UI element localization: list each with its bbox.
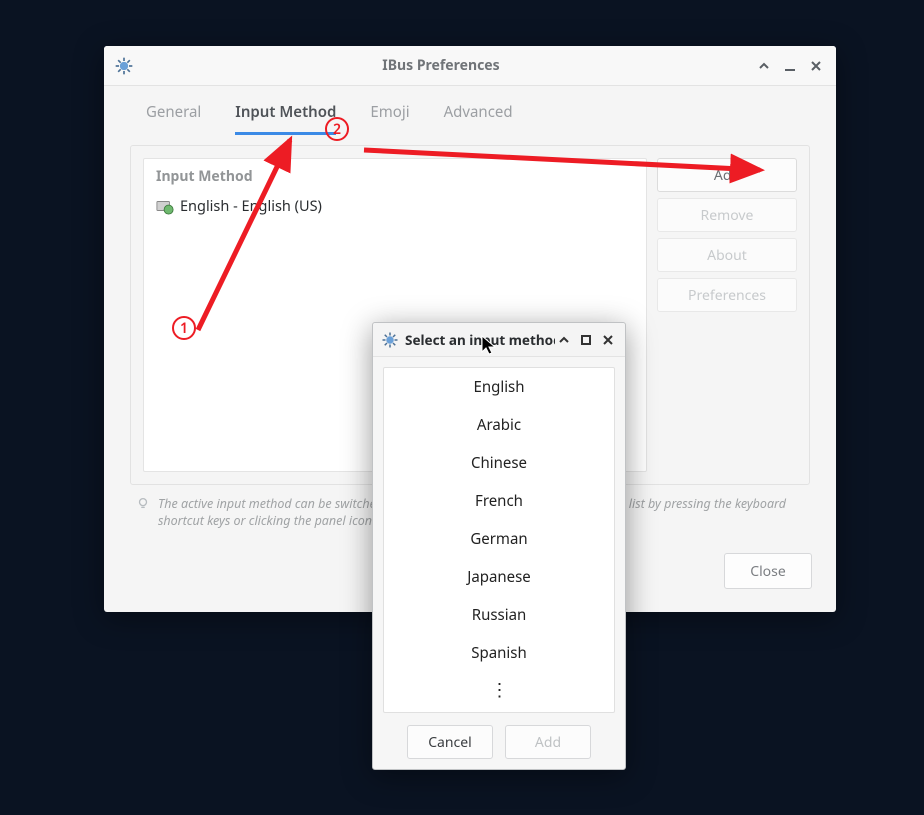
app-gear-icon [114,56,134,76]
tab-input-method[interactable]: Input Method [235,96,336,135]
window-title: IBus Preferences [134,56,748,75]
lang-item[interactable]: German [384,520,614,558]
lang-item[interactable]: Russian [384,596,614,634]
dialog-cancel-button[interactable]: Cancel [407,725,493,759]
dialog-body: English Arabic Chinese French German Jap… [373,357,625,769]
input-method-row[interactable]: English - English (US) [152,192,638,220]
side-button-column: Add Remove About Preferences [657,158,797,472]
dialog-roll-up-icon[interactable] [555,331,573,349]
about-button: About [657,238,797,272]
language-list[interactable]: English Arabic Chinese French German Jap… [383,367,615,713]
dialog-gear-icon [381,331,399,349]
lang-more-icon[interactable]: ⋮ [384,672,614,708]
window-close-icon[interactable] [806,56,826,76]
lang-item[interactable]: Japanese [384,558,614,596]
lang-item[interactable]: English [384,368,614,406]
group-label: Input Method [152,165,638,192]
window-roll-up-icon[interactable] [754,56,774,76]
add-button[interactable]: Add [657,158,797,192]
lang-item[interactable]: Chinese [384,444,614,482]
tab-general[interactable]: General [146,96,201,135]
input-method-row-label: English - English (US) [180,196,322,216]
dialog-title: Select an input method [405,331,555,349]
tab-emoji[interactable]: Emoji [370,96,409,135]
remove-button: Remove [657,198,797,232]
tab-advanced[interactable]: Advanced [444,96,513,135]
dialog-titlebar: Select an input method [373,323,625,357]
dialog-add-button: Add [505,725,591,759]
close-button[interactable]: Close [724,553,812,589]
dialog-maximize-icon[interactable] [577,331,595,349]
lang-item[interactable]: French [384,482,614,520]
window-minimize-icon[interactable] [780,56,800,76]
dialog-close-icon[interactable] [599,331,617,349]
lightbulb-icon [136,496,150,510]
preferences-button: Preferences [657,278,797,312]
dialog-footer: Cancel Add [383,713,615,759]
lang-item[interactable]: Spanish [384,634,614,672]
tab-bar: General Input Method Emoji Advanced [122,86,818,135]
window-titlebar: IBus Preferences [104,46,836,86]
annotation-circle-1: 1 [172,316,196,340]
lang-item[interactable]: Arabic [384,406,614,444]
annotation-circle-2: 2 [325,117,349,141]
keyboard-globe-icon [156,197,174,215]
dialog-window-controls [555,331,617,349]
select-input-method-dialog: Select an input method English Arabic Ch… [372,322,626,770]
